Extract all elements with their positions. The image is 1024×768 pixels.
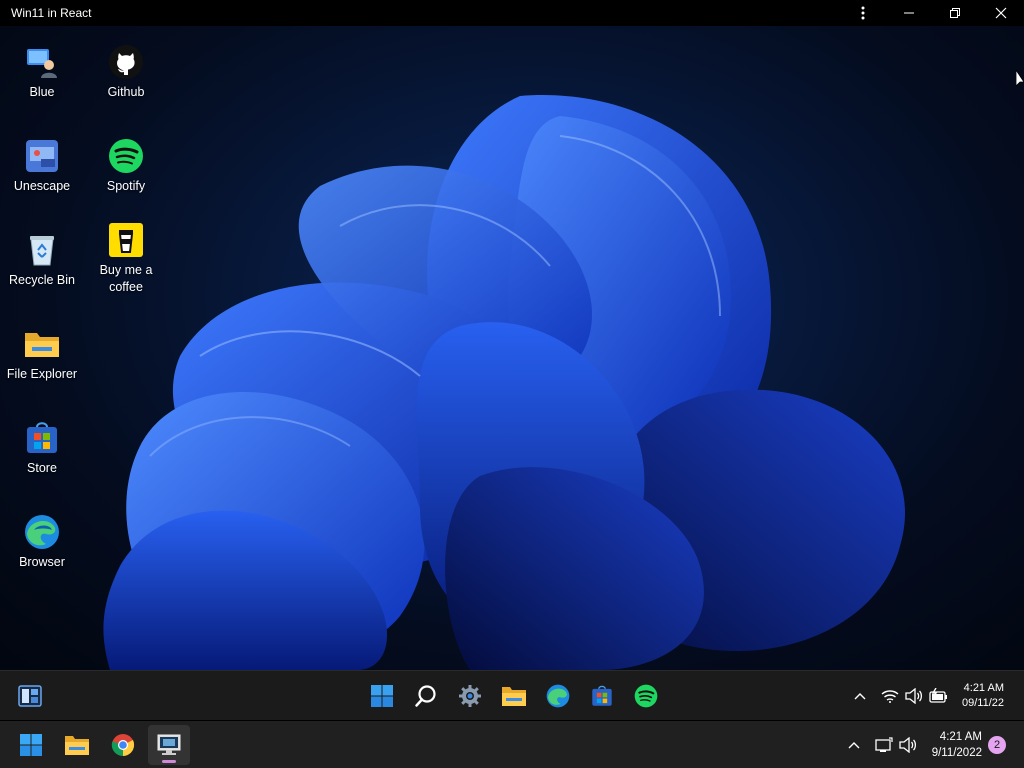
settings-icon — [459, 685, 481, 707]
restore-button[interactable] — [932, 0, 978, 26]
volume-button[interactable] — [902, 684, 926, 708]
folder-icon — [502, 687, 526, 706]
mouse-cursor-icon — [1016, 70, 1024, 87]
desktop-icon-browser[interactable]: Browser — [0, 514, 84, 571]
chrome-icon — [111, 734, 135, 756]
coffee-icon — [108, 222, 144, 258]
desktop-icon-label: Spotify — [106, 179, 146, 193]
edge-icon — [24, 514, 60, 550]
desktop-icon-label: Buy me a coffee — [99, 263, 153, 294]
spotify-icon — [108, 138, 144, 174]
edge-button[interactable] — [538, 677, 578, 715]
clock-date: 09/11/22 — [961, 697, 1004, 709]
desktop-icon-spotify[interactable]: Spotify — [84, 138, 168, 195]
chevron-up-icon — [848, 742, 860, 749]
desktop-icon-label: Unescape — [13, 179, 71, 193]
battery-button[interactable] — [926, 684, 950, 708]
desktop-icon-blue[interactable]: Blue — [0, 44, 84, 101]
minimize-icon — [904, 12, 914, 14]
search-button[interactable] — [406, 677, 446, 715]
inner-taskbar: 4:21 AM 09/11/22 — [0, 670, 1024, 720]
spotify-icon — [634, 684, 658, 708]
edge-icon — [546, 684, 570, 708]
widgets-button[interactable] — [10, 677, 50, 715]
window-title: Win11 in React — [11, 6, 92, 20]
desktop-icon-label: Github — [107, 85, 145, 99]
bloom-wallpaper — [103, 95, 905, 670]
widgets-icon — [18, 685, 42, 707]
show-hidden-icons-button[interactable] — [848, 684, 872, 708]
store-button[interactable] — [582, 677, 622, 715]
speaker-icon — [899, 737, 916, 753]
close-button[interactable] — [978, 0, 1024, 26]
host-remote-desktop-button[interactable] — [148, 725, 190, 765]
blue-user-icon — [24, 44, 60, 80]
host-file-explorer-button[interactable] — [56, 725, 98, 765]
spotify-button[interactable] — [626, 677, 666, 715]
desktop-icon-label: File Explorer — [6, 367, 78, 381]
host-taskbar-apps — [10, 725, 190, 765]
file-explorer-button[interactable] — [494, 677, 534, 715]
github-icon — [108, 44, 144, 80]
folder-icon — [65, 736, 89, 755]
desktop-icon-buy-me-a-coffee[interactable]: Buy me a coffee — [84, 222, 168, 296]
close-icon — [995, 7, 1007, 19]
kebab-menu-icon — [861, 6, 865, 20]
window-controls — [840, 0, 1024, 26]
start-icon — [371, 685, 393, 707]
host-show-hidden-icons-button[interactable] — [842, 733, 866, 757]
host-clock[interactable]: 4:21 AM 9/11/2022 — [932, 729, 982, 761]
remote-desktop-icon — [157, 734, 181, 755]
inner-clock[interactable]: 4:21 AM 09/11/22 — [962, 681, 1004, 711]
desktop-icon-label: Browser — [19, 555, 65, 569]
battery-charging-icon — [929, 688, 947, 703]
host-network-button[interactable] — [872, 733, 896, 757]
desktop-icon-recycle-bin[interactable]: Recycle Bin — [0, 232, 84, 289]
desktop-icon-unescape[interactable]: Unescape — [0, 138, 84, 195]
notification-badge[interactable]: 2 — [988, 736, 1006, 754]
desktop-icon-store[interactable]: Store — [0, 420, 84, 477]
clock-time: 4:21 AM — [939, 731, 982, 743]
host-taskbar: 4:21 AM 9/11/2022 2 — [0, 720, 1024, 768]
desktop-icon-label: Store — [27, 461, 57, 475]
wifi-button[interactable] — [878, 684, 902, 708]
search-icon — [415, 685, 436, 707]
host-chrome-button[interactable] — [102, 725, 144, 765]
folder-icon — [24, 326, 60, 362]
settings-button[interactable] — [450, 677, 490, 715]
network-icon — [875, 737, 893, 752]
restore-icon — [950, 8, 960, 18]
desktop-icon-file-explorer[interactable]: File Explorer — [0, 326, 84, 383]
host-start-button[interactable] — [10, 725, 52, 765]
start-button[interactable] — [362, 677, 402, 715]
clock-date: 9/11/2022 — [931, 747, 982, 759]
wifi-icon — [881, 690, 899, 703]
desktop-icon-label: Recycle Bin — [9, 273, 75, 287]
host-system-tray: 4:21 AM 9/11/2022 2 — [842, 721, 1024, 768]
store-icon — [592, 685, 612, 706]
desktop-icon-github[interactable]: Github — [84, 44, 168, 101]
chevron-up-icon — [854, 693, 866, 700]
inner-system-tray: 4:21 AM 09/11/22 — [848, 671, 1024, 721]
clock-time: 4:21 AM — [963, 682, 1004, 694]
speaker-icon — [905, 688, 923, 704]
desktop[interactable]: Blue Unescape Recycle Bin File Explorer … — [0, 26, 1024, 670]
inner-taskbar-apps — [362, 677, 666, 715]
start-icon — [20, 734, 42, 756]
minimize-button[interactable] — [886, 0, 932, 26]
host-volume-button[interactable] — [896, 733, 920, 757]
desktop-icon-label: Blue — [29, 85, 55, 99]
recycle-bin-icon — [24, 232, 60, 268]
unescape-icon — [24, 138, 60, 174]
window-titlebar: Win11 in React — [0, 0, 1024, 26]
store-icon — [24, 420, 60, 456]
more-options-button[interactable] — [840, 0, 886, 26]
